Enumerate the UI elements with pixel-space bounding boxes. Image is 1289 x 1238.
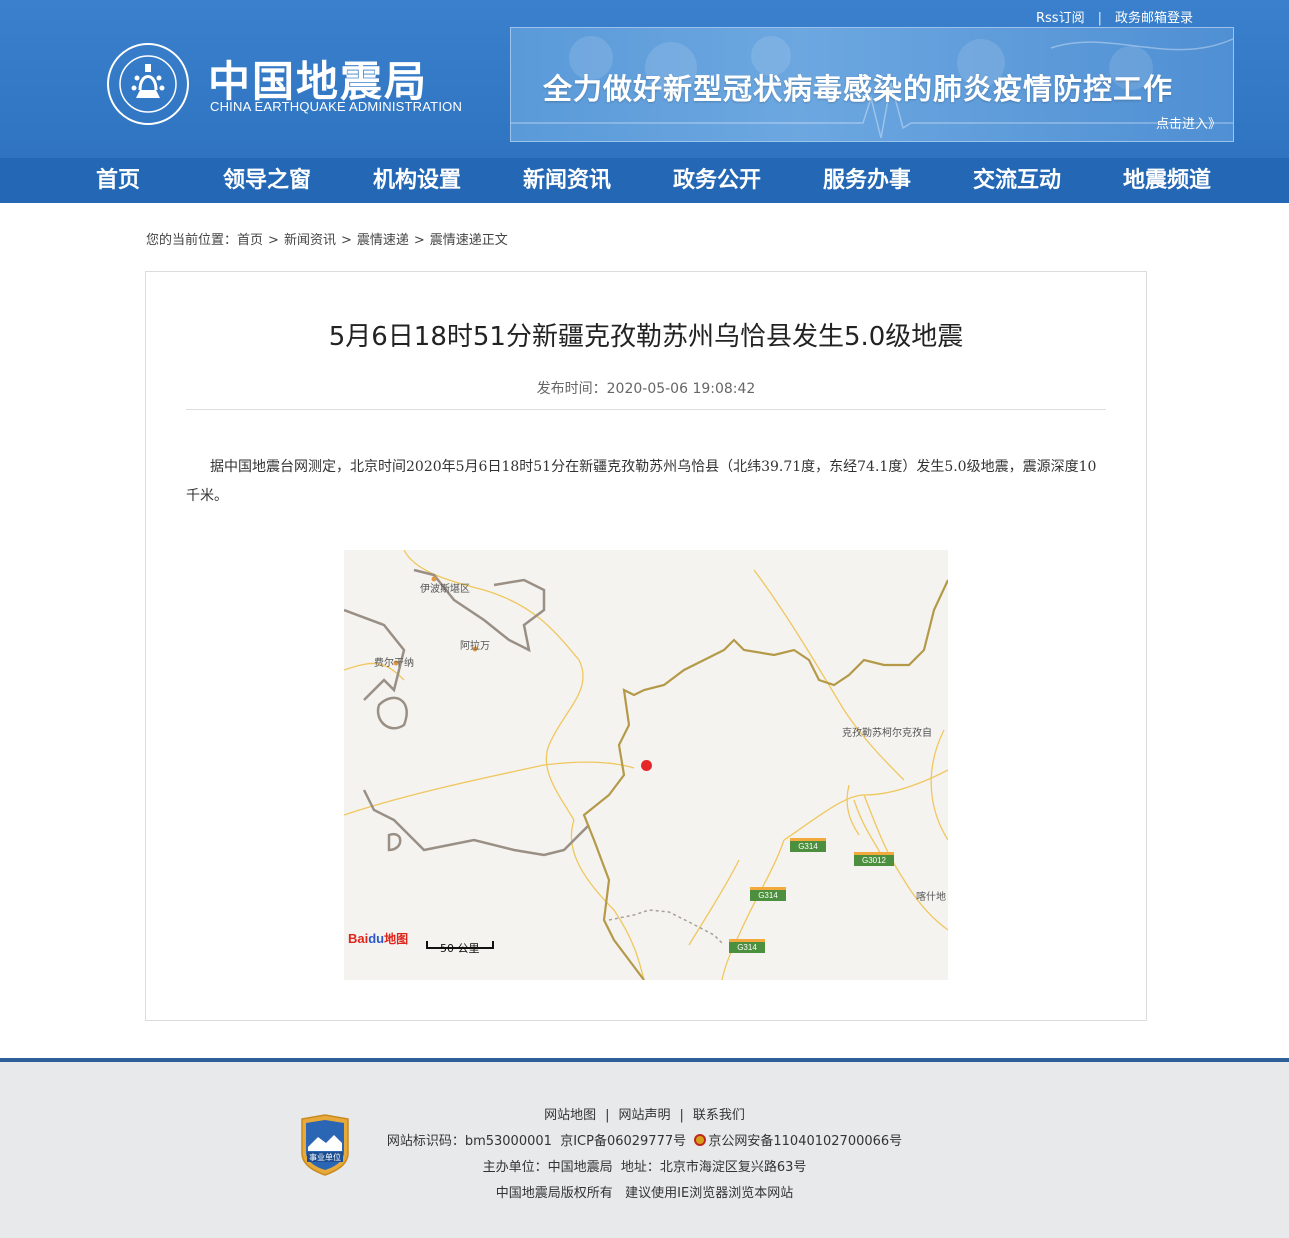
nav-item-interaction[interactable]: 交流互动 [973, 158, 1061, 203]
epidemic-banner[interactable]: 全力做好新型冠状病毒感染的肺炎疫情防控工作 点击进入》 [510, 27, 1234, 142]
map-label-alawan: 阿拉万 [460, 641, 490, 652]
breadcrumb-home[interactable]: 首页 [237, 233, 263, 248]
baidu-logo-tu: 地图 [384, 932, 409, 946]
article-container: 5月6日18时51分新疆克孜勒苏州乌恰县发生5.0级地震 发布时间：2020-0… [145, 271, 1147, 1021]
breadcrumb-separator: > [413, 233, 425, 248]
epicenter-map[interactable]: 伊波斯堪区 阿拉万 费尔干纳 克孜勒苏柯尔克孜自 喀什地 G314 G3012 … [344, 550, 948, 980]
publish-time: 发布时间：2020-05-06 19:08:42 [536, 381, 756, 397]
map-label-yibosi: 伊波斯堪区 [420, 584, 470, 595]
nav-item-organization[interactable]: 机构设置 [373, 158, 461, 203]
nav-item-earthquake-channel[interactable]: 地震频道 [1123, 158, 1211, 203]
footer-separator: | [679, 1108, 684, 1123]
breadcrumb: 您的当前位置：首页 > 新闻资讯 > 震情速递 > 震情速递正文 [146, 229, 508, 248]
map-label-feierganna: 费尔干纳 [374, 658, 414, 669]
banner-title: 全力做好新型冠状病毒感染的肺炎疫情防控工作 [543, 72, 1174, 106]
footer-copyright: 中国地震局版权所有 建议使用IE浏览器浏览本网站 [0, 1182, 1289, 1201]
map-label-kashi: 喀什地 [916, 892, 946, 903]
nav-item-gov-affairs[interactable]: 政务公开 [673, 158, 761, 203]
footer-statement-link[interactable]: 网站声明 [618, 1108, 670, 1123]
gov-mail-login-link[interactable]: 政务邮箱登录 [1115, 11, 1193, 26]
footer-police-link[interactable]: 京公网安备11040102700066号 [708, 1134, 902, 1149]
banner-enter-link[interactable]: 点击进入》 [1156, 113, 1221, 132]
nav-item-news[interactable]: 新闻资讯 [523, 158, 611, 203]
footer-contact-link[interactable]: 联系我们 [693, 1108, 745, 1123]
logo-title-en: CHINA EARTHQUAKE ADMINISTRATION [210, 99, 463, 114]
footer-links: 网站地图 | 网站声明 | 联系我们 [0, 1104, 1289, 1123]
breadcrumb-prefix: 您的当前位置： [146, 233, 238, 248]
footer-separator: | [605, 1108, 610, 1123]
police-emblem-icon [694, 1134, 707, 1146]
footer-site-id: 网站标识码：bm53000001 [386, 1134, 552, 1149]
road-badge-g314: G314 [750, 887, 786, 901]
article-body: 据中国地震台网测定，北京时间2020年5月6日18时51分在新疆克孜勒苏州乌恰县… [186, 459, 1097, 504]
site-footer: 事业单位 网站地图 | 网站声明 | 联系我们 网站标识码：bm53000001 京IC… [0, 1062, 1289, 1238]
footer-copyright-text: 中国地震局版权所有 [495, 1186, 613, 1201]
road-badge-g314: G314 [790, 838, 826, 852]
breadcrumb-separator: > [268, 233, 279, 248]
top-links: Rss订阅 | 政务邮箱登录 [1036, 7, 1193, 26]
road-badge-g314: G314 [729, 939, 765, 953]
baidu-paw-icon: du [368, 931, 385, 946]
map-label-kezilesu: 克孜勒苏柯尔克孜自 [842, 728, 932, 739]
map-scale-label: 50 公里 [440, 942, 480, 955]
earthquake-admin-emblem-icon[interactable] [106, 42, 190, 126]
baidu-map-logo[interactable]: Baidu地图 [348, 930, 408, 947]
title-divider [186, 409, 1106, 410]
footer-icp-link[interactable]: 京ICP备06029777号 [560, 1134, 686, 1149]
footer-sitemap-link[interactable]: 网站地图 [544, 1108, 596, 1123]
nav-item-leaders[interactable]: 领导之窗 [223, 158, 311, 203]
baidu-logo-ba: Bai [348, 931, 369, 946]
nav-item-services[interactable]: 服务办事 [823, 158, 911, 203]
site-header: Rss订阅 | 政务邮箱登录 中国地震局 CHINA EARTHQUAKE ADMI… [0, 0, 1289, 158]
breadcrumb-quake-express[interactable]: 震情速递 [357, 233, 409, 248]
footer-browser-tip: 建议使用IE浏览器浏览本网站 [625, 1186, 794, 1201]
article-title: 5月6日18时51分新疆克孜勒苏州乌恰县发生5.0级地震 [328, 322, 964, 352]
top-link-separator: | [1097, 11, 1102, 26]
road-badge-g3012: G3012 [854, 852, 894, 866]
epicenter-marker[interactable] [641, 760, 652, 771]
footer-registration: 网站标识码：bm53000001 京ICP备06029777号 京公网安备110… [0, 1130, 1289, 1149]
footer-sponsor-text: 主办单位：中国地震局 [482, 1160, 613, 1175]
main-nav: 首页 领导之窗 机构设置 新闻资讯 政务公开 服务办事 交流互动 地震频道 [0, 158, 1289, 203]
breadcrumb-separator: > [340, 233, 352, 248]
breadcrumb-current: 震情速递正文 [429, 233, 508, 248]
footer-sponsor: 主办单位：中国地震局 地址：北京市海淀区复兴路63号 [0, 1156, 1289, 1175]
nav-item-home[interactable]: 首页 [96, 158, 140, 203]
rss-link[interactable]: Rss订阅 [1036, 11, 1085, 26]
footer-address: 地址：北京市海淀区复兴路63号 [620, 1160, 807, 1175]
breadcrumb-news[interactable]: 新闻资讯 [284, 233, 336, 248]
